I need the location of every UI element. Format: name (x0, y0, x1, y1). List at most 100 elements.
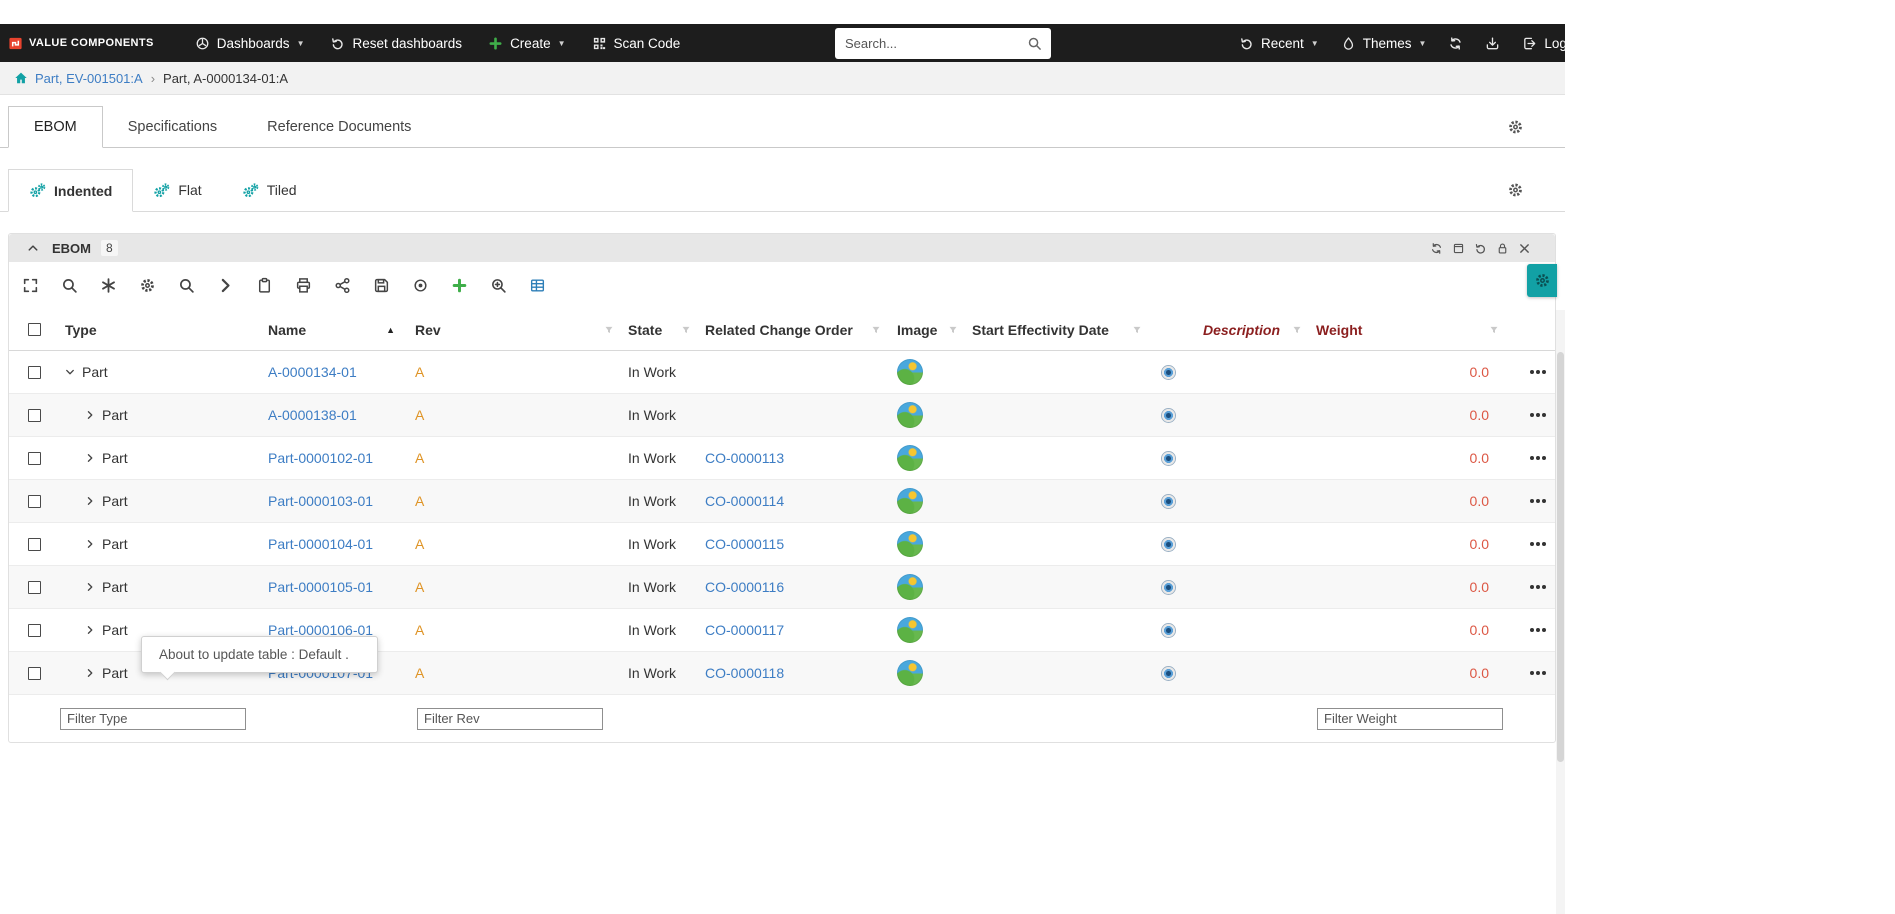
row-checkbox[interactable] (28, 451, 41, 465)
column-header-description[interactable]: Description (1189, 309, 1308, 350)
nav-sync-button[interactable] (1437, 24, 1474, 62)
table-columns-icon[interactable] (529, 277, 546, 294)
popout-window-icon[interactable] (1452, 242, 1465, 255)
filter-icon[interactable] (1132, 325, 1142, 335)
fullscreen-icon[interactable] (22, 277, 39, 294)
target-icon[interactable] (1162, 666, 1175, 680)
expand-row-icon[interactable] (85, 410, 95, 420)
nav-dashboards[interactable]: Dashboards ▼ (182, 24, 318, 62)
expand-row-icon[interactable] (85, 539, 95, 549)
column-header-start-effectivity-date[interactable]: Start Effectivity Date (964, 309, 1148, 350)
row-actions-button[interactable] (1536, 628, 1540, 632)
part-image-thumbnail[interactable] (897, 488, 923, 514)
part-name-link[interactable]: Part-0000103-01 (268, 493, 373, 509)
breadcrumb-parent-link[interactable]: Part, EV-001501:A (35, 71, 143, 86)
filter-icon[interactable] (604, 325, 614, 335)
scrollbar-thumb[interactable] (1557, 352, 1564, 762)
column-header-weight[interactable]: Weight (1308, 309, 1511, 350)
target-icon[interactable] (412, 277, 429, 294)
nav-logout[interactable]: Logo (1511, 24, 1565, 62)
part-image-thumbnail[interactable] (897, 660, 923, 686)
part-name-link[interactable]: A-0000134-01 (268, 364, 357, 380)
row-actions-button[interactable] (1536, 671, 1540, 675)
part-image-thumbnail[interactable] (897, 445, 923, 471)
part-name-link[interactable]: Part-0000102-01 (268, 450, 373, 466)
row-actions-button[interactable] (1536, 370, 1540, 374)
filter-rev-input[interactable] (417, 707, 603, 730)
table-row[interactable]: Part Part-0000105-01 A In Work CO-0000116 0.0 (9, 566, 1555, 609)
row-checkbox[interactable] (28, 365, 41, 379)
close-panel-icon[interactable] (1518, 242, 1531, 255)
target-icon[interactable] (1162, 408, 1175, 422)
change-order-link[interactable]: CO-0000116 (705, 579, 784, 595)
expand-row-icon[interactable] (85, 582, 95, 592)
part-image-thumbnail[interactable] (897, 574, 923, 600)
expand-children-icon[interactable] (217, 277, 234, 294)
tab-reference-documents[interactable]: Reference Documents (242, 106, 436, 147)
table-row[interactable]: Part Part-0000104-01 A In Work CO-0000115 0.0 (9, 523, 1555, 566)
row-checkbox[interactable] (28, 408, 41, 422)
tabs-settings-gear-icon[interactable] (1507, 118, 1524, 135)
panel-settings-button[interactable] (1527, 264, 1557, 297)
column-header-rev[interactable]: Rev (407, 309, 620, 350)
select-all-checkbox[interactable] (28, 323, 41, 336)
tab-ebom[interactable]: EBOM (8, 106, 103, 148)
nav-themes[interactable]: Themes ▼ (1330, 24, 1438, 62)
gear-icon[interactable] (139, 277, 156, 294)
view-tab-tiled[interactable]: Tiled (222, 169, 317, 211)
target-icon[interactable] (1162, 623, 1175, 637)
tab-specifications[interactable]: Specifications (103, 106, 242, 147)
expand-row-icon[interactable] (85, 496, 95, 506)
row-checkbox[interactable] (28, 494, 41, 508)
table-row[interactable]: Part Part-0000102-01 A In Work CO-0000113 0.0 (9, 437, 1555, 480)
change-order-link[interactable]: CO-0000113 (705, 450, 784, 466)
brand-logo[interactable]: VALUE COMPONENTS (8, 36, 164, 51)
target-icon[interactable] (1162, 580, 1175, 594)
table-row[interactable]: Part A-0000138-01 A In Work 0.0 (9, 394, 1555, 437)
expand-row-icon[interactable] (85, 625, 95, 635)
nav-scan-code[interactable]: Scan Code (579, 24, 694, 62)
search-icon[interactable] (61, 277, 78, 294)
nav-recent[interactable]: Recent ▼ (1228, 24, 1330, 62)
row-checkbox[interactable] (28, 537, 41, 551)
column-header-type[interactable]: Type (57, 309, 260, 350)
column-header-related-change-order[interactable]: Related Change Order (697, 309, 887, 350)
row-actions-button[interactable] (1536, 456, 1540, 460)
collapse-panel-icon[interactable] (27, 242, 39, 254)
row-actions-button[interactable] (1536, 413, 1540, 417)
filter-icon[interactable] (1292, 325, 1302, 335)
search-input[interactable] (835, 36, 1027, 51)
expand-row-icon[interactable] (85, 453, 95, 463)
row-actions-button[interactable] (1536, 542, 1540, 546)
print-icon[interactable] (295, 277, 312, 294)
share-icon[interactable] (334, 277, 351, 294)
filter-type-input[interactable] (60, 707, 246, 730)
target-icon[interactable] (1162, 537, 1175, 551)
target-icon[interactable] (1162, 494, 1175, 508)
filter-weight-input[interactable] (1317, 707, 1503, 730)
column-header-state[interactable]: State (620, 309, 697, 350)
part-image-thumbnail[interactable] (897, 617, 923, 643)
filter-icon[interactable] (1489, 325, 1499, 335)
target-icon[interactable] (1162, 451, 1175, 465)
change-order-link[interactable]: CO-0000114 (705, 493, 784, 509)
change-order-link[interactable]: CO-0000118 (705, 665, 784, 681)
search-icon[interactable] (1027, 36, 1042, 51)
table-row[interactable]: Part A-0000134-01 A In Work 0.0 (9, 351, 1555, 394)
row-actions-button[interactable] (1536, 499, 1540, 503)
nav-create[interactable]: Create ▼ (475, 24, 578, 62)
row-checkbox[interactable] (28, 623, 41, 637)
view-tab-flat[interactable]: Flat (133, 169, 221, 211)
nav-reset-dashboards[interactable]: Reset dashboards (317, 24, 475, 62)
collapse-row-icon[interactable] (65, 367, 75, 377)
filter-icon[interactable] (948, 325, 958, 335)
part-image-thumbnail[interactable] (897, 531, 923, 557)
lock-icon[interactable] (1496, 242, 1509, 255)
change-order-link[interactable]: CO-0000117 (705, 622, 784, 638)
expand-row-icon[interactable] (85, 668, 95, 678)
undo-icon[interactable] (1474, 242, 1487, 255)
nav-inbox-button[interactable] (1474, 24, 1511, 62)
clipboard-icon[interactable] (256, 277, 273, 294)
column-header-image[interactable]: Image (887, 309, 964, 350)
row-checkbox[interactable] (28, 580, 41, 594)
